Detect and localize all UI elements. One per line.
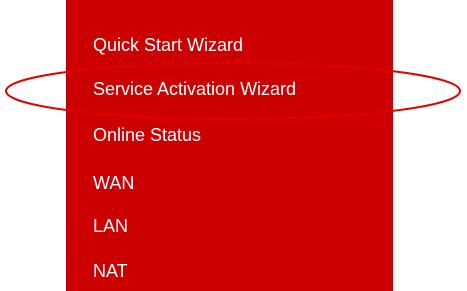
menu-item-nat[interactable]: NAT	[93, 260, 128, 282]
navigation-menu: Quick Start Wizard Service Activation Wi…	[66, 0, 393, 291]
menu-item-wan[interactable]: WAN	[93, 172, 134, 194]
menu-item-quick-start-wizard[interactable]: Quick Start Wizard	[93, 34, 243, 56]
menu-item-lan[interactable]: LAN	[93, 215, 128, 237]
menu-item-service-activation-wizard[interactable]: Service Activation Wizard	[93, 78, 296, 100]
screenshot-stage: Quick Start Wizard Service Activation Wi…	[0, 0, 467, 291]
menu-item-online-status[interactable]: Online Status	[93, 124, 201, 146]
